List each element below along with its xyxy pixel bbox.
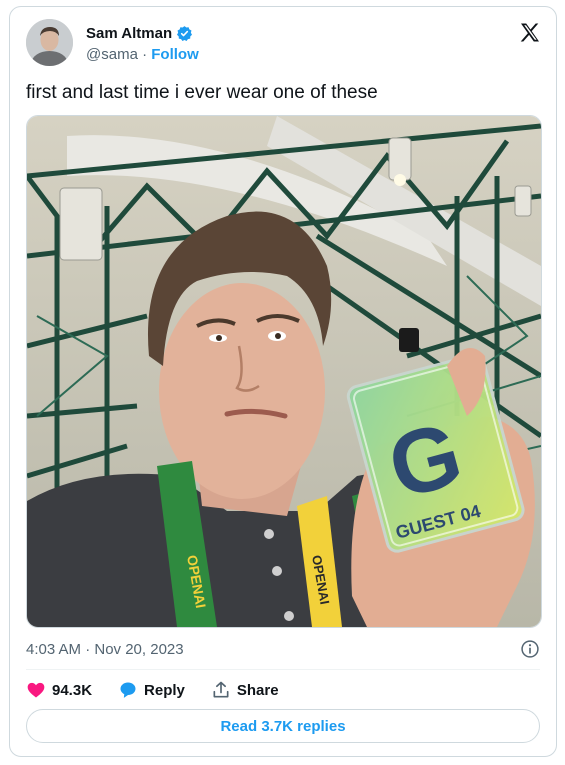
- share-button[interactable]: Share: [211, 680, 279, 700]
- author-name[interactable]: Sam Altman: [86, 25, 172, 42]
- like-button[interactable]: 94.3K: [26, 680, 92, 700]
- reply-bubble-icon: [118, 680, 138, 700]
- follow-button[interactable]: Follow: [151, 46, 199, 63]
- heart-icon: [26, 680, 46, 700]
- x-logo-icon[interactable]: [518, 21, 542, 45]
- like-count: 94.3K: [52, 681, 93, 699]
- author-handle[interactable]: @sama: [86, 46, 138, 63]
- avatar[interactable]: [26, 19, 73, 66]
- info-icon[interactable]: [520, 639, 540, 659]
- tweet-card: Sam Altman @sama · Follow first and last…: [9, 6, 557, 757]
- tweet-photo[interactable]: OPENAI OPENAI G GUEST 04: [26, 115, 542, 628]
- reply-label: Reply: [144, 681, 185, 699]
- tweet-text: first and last time i ever wear one of t…: [26, 82, 378, 103]
- read-replies-button[interactable]: Read 3.7K replies: [26, 709, 540, 743]
- share-label: Share: [236, 681, 279, 699]
- separator-dot: ·: [142, 46, 148, 63]
- share-icon: [211, 680, 231, 700]
- verified-badge-icon: [176, 25, 193, 42]
- action-bar: 94.3K Reply Share: [26, 679, 305, 701]
- tweet-timestamp[interactable]: 4:03 AM · Nov 20, 2023: [26, 641, 184, 658]
- reply-button[interactable]: Reply: [118, 680, 185, 700]
- divider: [26, 669, 540, 670]
